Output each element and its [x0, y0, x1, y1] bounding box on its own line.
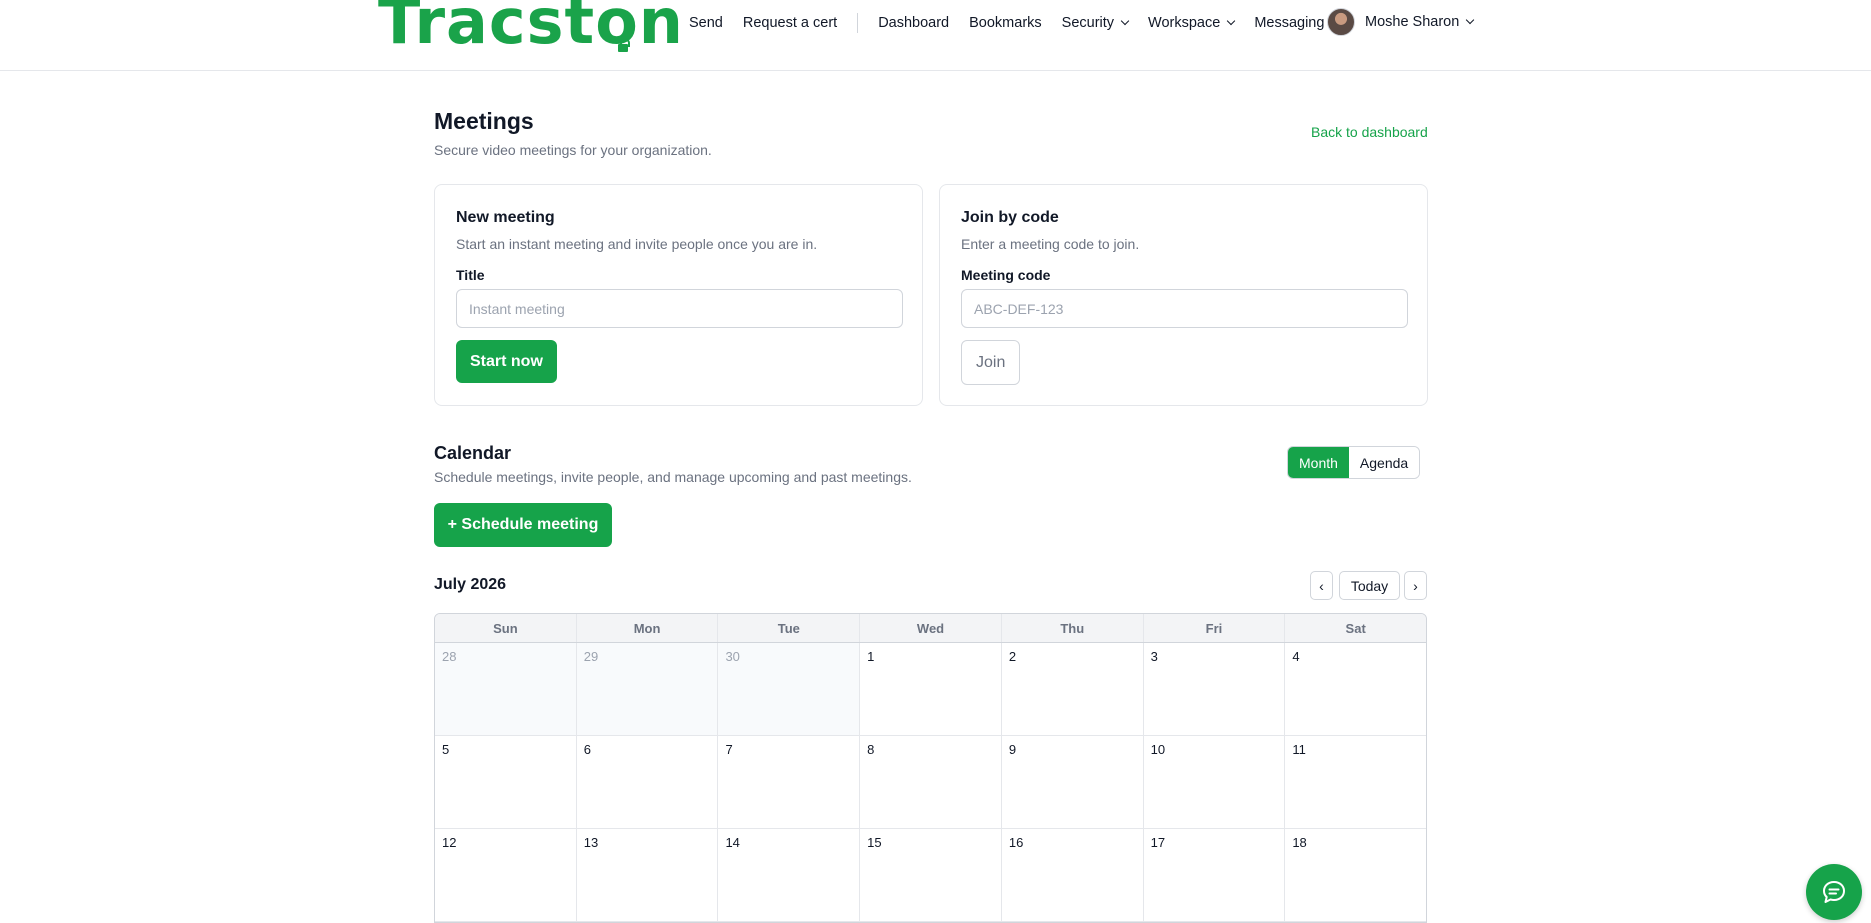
calendar-day-cell[interactable]: 13: [576, 829, 719, 921]
back-to-dashboard-link[interactable]: Back to dashboard: [1311, 124, 1428, 140]
nav-request-cert[interactable]: Request a cert: [743, 15, 837, 31]
title-field-label: Title: [456, 267, 485, 283]
user-name: Moshe Sharon: [1365, 14, 1460, 30]
nav-send[interactable]: Send: [689, 15, 723, 31]
join-by-code-card: Join by code Enter a meeting code to joi…: [939, 184, 1428, 406]
calendar-week-row: 5 6 7 8 9 10 11: [435, 736, 1426, 829]
calendar-day-cell[interactable]: 29: [576, 643, 719, 735]
calendar-view-toggle: Month Agenda: [1287, 446, 1421, 479]
lock-icon: [618, 39, 630, 52]
calendar-day-cell[interactable]: 3: [1143, 643, 1286, 735]
schedule-meeting-button[interactable]: + Schedule meeting: [434, 503, 612, 547]
calendar-day-cell[interactable]: 12: [435, 829, 577, 921]
view-agenda-button[interactable]: Agenda: [1348, 447, 1420, 478]
calendar-day-cell[interactable]: 4: [1285, 643, 1426, 735]
calendar-week-row: 12 13 14 15 16 17 18: [435, 829, 1426, 922]
weekday-label: Sun: [435, 614, 577, 642]
calendar-day-cell[interactable]: 6: [576, 736, 719, 828]
current-month-label: July 2026: [434, 576, 507, 593]
weekday-header-row: Sun Mon Tue Wed Thu Fri Sat: [435, 614, 1426, 643]
nav-security-dropdown[interactable]: Security: [1061, 15, 1130, 31]
new-meeting-card: New meeting Start an instant meeting and…: [434, 184, 923, 406]
weekday-label: Fri: [1144, 614, 1286, 642]
calendar-day-cell[interactable]: 5: [435, 736, 577, 828]
previous-month-button[interactable]: ‹: [1310, 571, 1333, 600]
nav-messaging-dropdown[interactable]: Messaging: [1254, 15, 1340, 31]
month-calendar-grid: Sun Mon Tue Wed Thu Fri Sat 28 29 30 1 2…: [434, 613, 1427, 923]
weekday-label: Sat: [1345, 620, 1366, 636]
weekday-label: Mon: [577, 614, 719, 642]
brand-logo-text: Tracston: [378, 0, 684, 58]
calendar-day-cell[interactable]: 28: [435, 643, 577, 735]
top-navigation-bar: Tracston Send Request a cert Dashboard B…: [0, 0, 1871, 71]
brand-logo[interactable]: Tracston: [378, 0, 684, 58]
calendar-day-cell[interactable]: 15: [860, 829, 1002, 921]
meeting-title-input[interactable]: [456, 289, 903, 328]
weekday-label: Wed: [860, 614, 1002, 642]
weekday-label: Tue: [718, 614, 861, 642]
calendar-day-cell[interactable]: 30: [718, 643, 861, 735]
calendar-day-cell[interactable]: 9: [1001, 736, 1144, 828]
start-now-button[interactable]: Start now: [456, 340, 557, 383]
chevron-down-icon: [1466, 15, 1475, 25]
calendar-day-cell[interactable]: 14: [718, 829, 861, 921]
chevron-down-icon: [1227, 16, 1236, 26]
calendar-day-cell[interactable]: 16: [1001, 829, 1144, 921]
page-subtitle: Secure video meetings for your organizat…: [434, 142, 712, 158]
chat-bubble-icon: [1823, 881, 1845, 903]
nav-workspace-dropdown[interactable]: Workspace: [1148, 15, 1236, 31]
today-button[interactable]: Today: [1339, 571, 1400, 600]
calendar-week-row: 28 29 30 1 2 3 4: [435, 643, 1426, 736]
nav-workspace-label: Workspace: [1148, 15, 1221, 31]
new-meeting-description: Start an instant meeting and invite peop…: [456, 236, 818, 252]
nav-bookmarks[interactable]: Bookmarks: [969, 15, 1042, 31]
nav-messaging-label: Messaging: [1254, 15, 1325, 31]
next-month-button[interactable]: ›: [1404, 571, 1427, 600]
page-title: Meetings: [434, 108, 534, 134]
calendar-day-cell[interactable]: 8: [860, 736, 1002, 828]
view-month-button[interactable]: Month: [1288, 447, 1349, 478]
calendar-day-cell[interactable]: 10: [1143, 736, 1286, 828]
nav-dashboard[interactable]: Dashboard: [878, 15, 949, 31]
calendar-day-cell[interactable]: 18: [1285, 829, 1426, 921]
nav-security-label: Security: [1061, 15, 1115, 31]
calendar-day-cell[interactable]: 17: [1143, 829, 1286, 921]
calendar-heading: Calendar: [434, 443, 512, 463]
nav-divider: [857, 13, 859, 33]
weekday-label: Thu: [1002, 614, 1144, 642]
chat-support-button[interactable]: [1806, 864, 1862, 920]
meeting-code-label: Meeting code: [961, 267, 1051, 283]
new-meeting-heading: New meeting: [456, 209, 555, 226]
calendar-day-cell[interactable]: 7: [718, 736, 861, 828]
avatar: [1327, 8, 1355, 36]
join-button[interactable]: Join: [961, 340, 1021, 385]
join-heading: Join by code: [961, 209, 1059, 226]
user-menu[interactable]: Moshe Sharon: [1327, 8, 1475, 36]
calendar-day-cell[interactable]: 1: [860, 643, 1002, 735]
chevron-down-icon: [1120, 16, 1130, 26]
calendar-day-cell[interactable]: 2: [1001, 643, 1144, 735]
join-description: Enter a meeting code to join.: [961, 236, 1140, 252]
calendar-day-cell[interactable]: 11: [1285, 736, 1426, 828]
calendar-subtitle: Schedule meetings, invite people, and ma…: [434, 469, 912, 485]
meeting-code-input[interactable]: [961, 289, 1408, 328]
main-nav: Send Request a cert Dashboard Bookmarks …: [689, 13, 1358, 33]
